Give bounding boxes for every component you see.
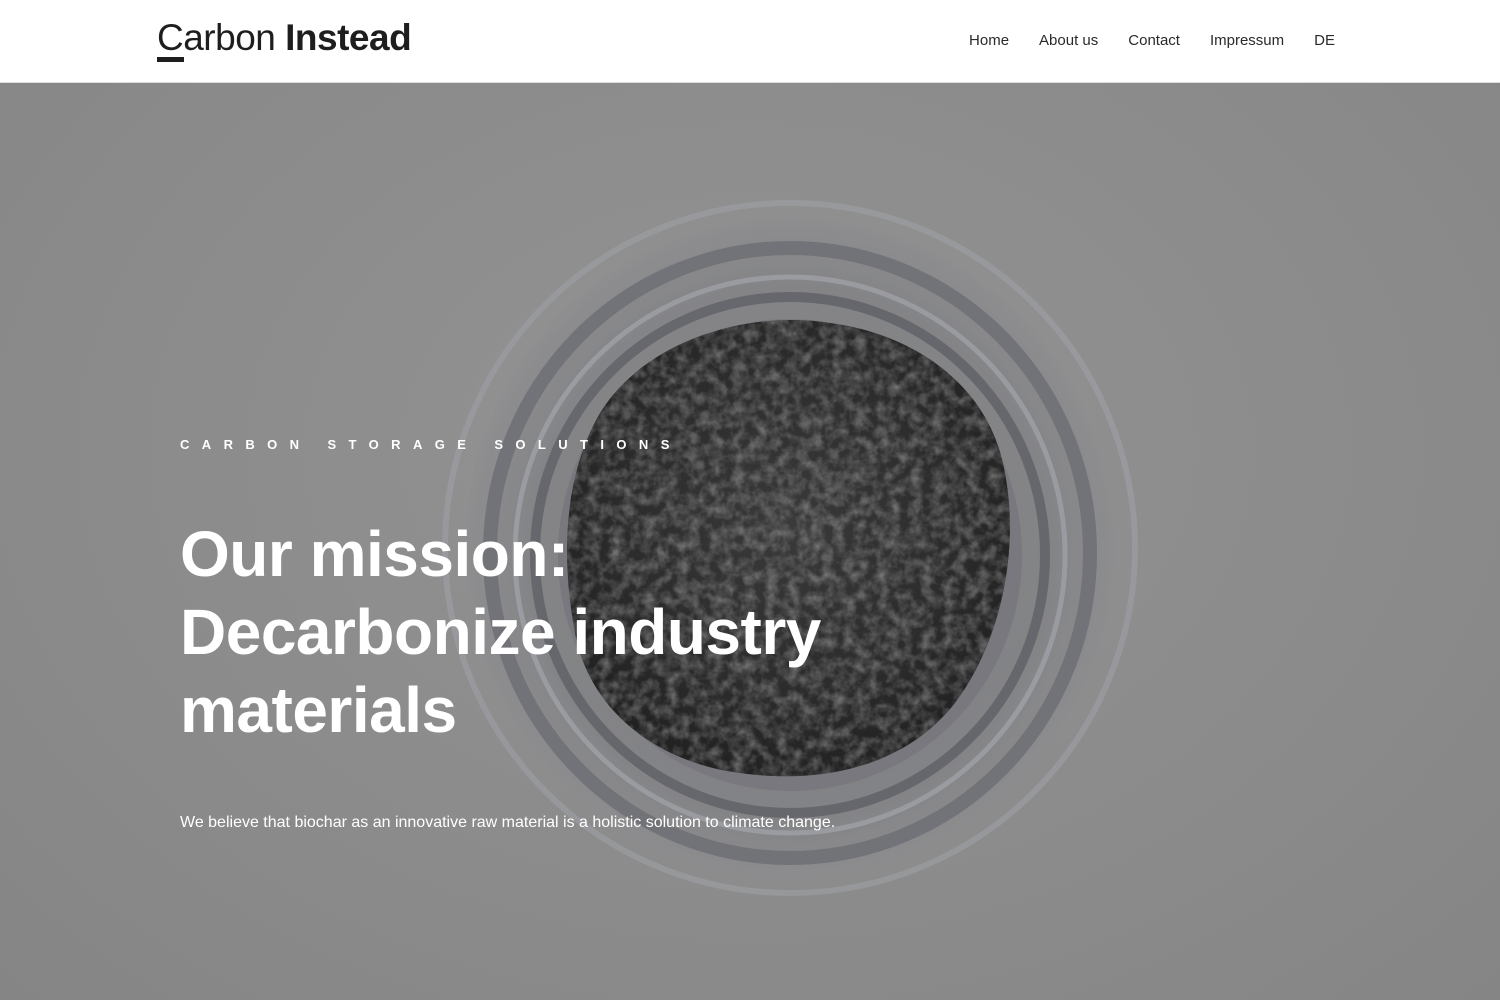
headline-line-3: materials	[180, 674, 457, 746]
logo-word-light: Carbon	[157, 17, 276, 58]
hero-tagline: We believe that biochar as an innovative…	[180, 814, 836, 831]
logo-text: Carbon Instead	[157, 18, 437, 58]
hero-headline: Our mission: Decarbonize industry materi…	[180, 515, 940, 749]
nav-about-us[interactable]: About us	[1039, 31, 1098, 51]
hero-section: CARBON STORAGE SOLUTIONS Our mission: De…	[0, 83, 1500, 1000]
headline-line-2: Decarbonize industry	[180, 596, 821, 668]
logo-underline-mark	[157, 57, 184, 62]
headline-line-1: Our mission:	[180, 518, 569, 590]
nav-language-de[interactable]: DE	[1314, 31, 1335, 51]
site-header: Carbon Instead Home About us Contact Imp…	[0, 0, 1500, 83]
hero-eyebrow: CARBON STORAGE SOLUTIONS	[180, 437, 682, 452]
main-nav: Home About us Contact Impressum DE	[969, 31, 1335, 51]
nav-contact[interactable]: Contact	[1128, 31, 1180, 51]
logo[interactable]: Carbon Instead	[157, 18, 437, 64]
logo-word-bold: Instead	[285, 17, 412, 58]
nav-impressum[interactable]: Impressum	[1210, 31, 1284, 51]
nav-home[interactable]: Home	[969, 31, 1009, 51]
